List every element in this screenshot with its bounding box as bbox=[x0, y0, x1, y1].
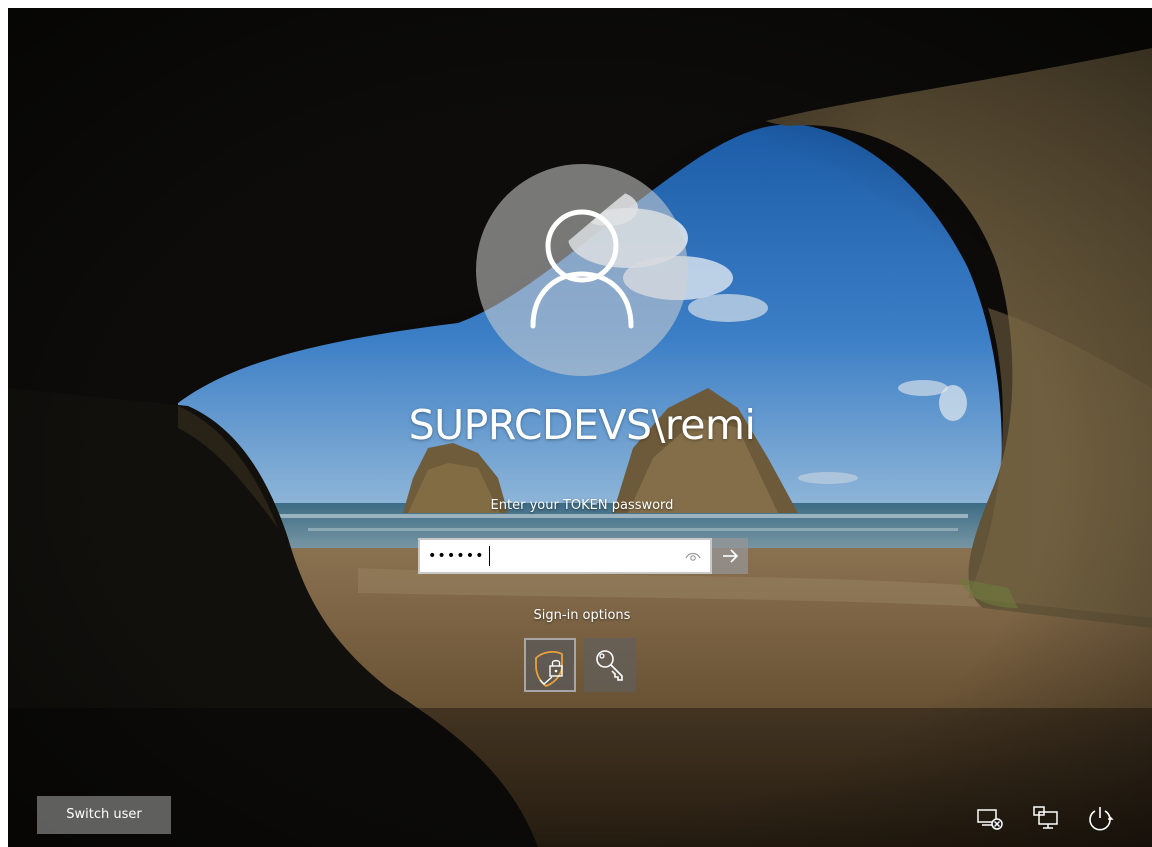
username-label: SUPRCDEVS\remi bbox=[408, 401, 756, 449]
network-disconnected-icon[interactable] bbox=[974, 802, 1006, 834]
token-signin-option[interactable] bbox=[524, 638, 576, 692]
password-prompt: Enter your TOKEN password bbox=[490, 498, 674, 513]
password-mask: •••••• bbox=[428, 548, 485, 564]
password-signin-option[interactable] bbox=[584, 638, 636, 692]
lock-screen: SUPRCDEVS\remi Enter your TOKEN password… bbox=[8, 8, 1152, 847]
eye-icon[interactable] bbox=[684, 548, 702, 564]
arrow-right-icon bbox=[723, 549, 739, 563]
key-icon bbox=[596, 650, 623, 681]
password-input[interactable]: •••••• bbox=[418, 538, 712, 574]
signin-options-label: Sign-in options bbox=[533, 608, 631, 623]
power-icon[interactable] bbox=[1084, 802, 1116, 834]
shield-lock-icon bbox=[535, 651, 563, 687]
submit-button[interactable] bbox=[712, 538, 748, 574]
switch-user-button[interactable]: Switch user bbox=[37, 796, 171, 834]
user-avatar bbox=[476, 164, 688, 376]
user-icon bbox=[530, 209, 634, 329]
remote-desktop-icon[interactable] bbox=[1030, 802, 1062, 834]
text-cursor bbox=[489, 546, 490, 566]
password-field-group: •••••• bbox=[418, 538, 748, 574]
